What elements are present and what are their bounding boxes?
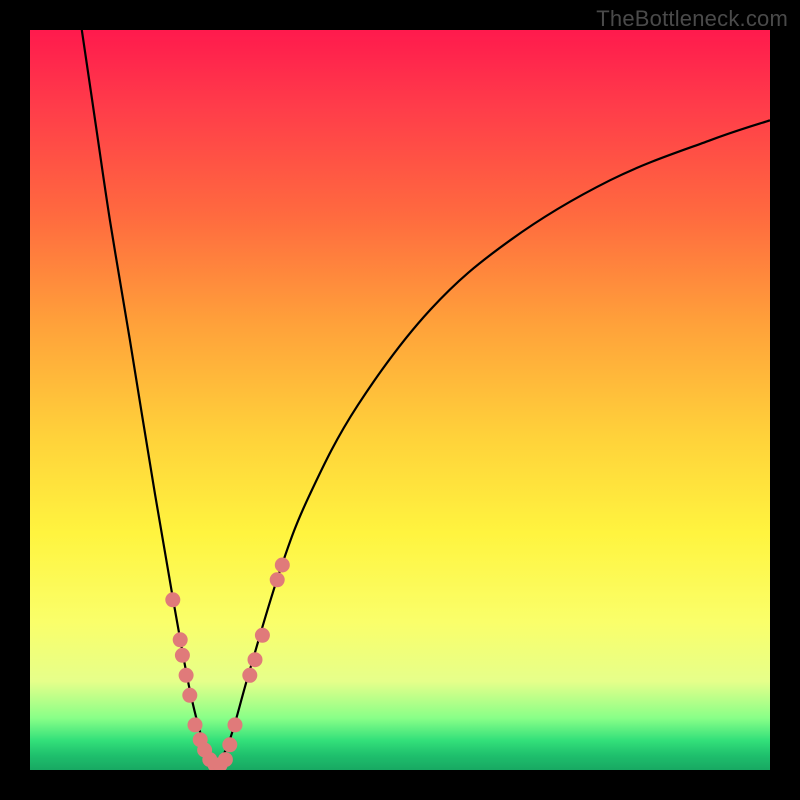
scatter-dot: [173, 632, 188, 647]
watermark-text: TheBottleneck.com: [596, 6, 788, 32]
outer-frame: TheBottleneck.com: [0, 0, 800, 800]
scatter-dot: [188, 717, 203, 732]
chart-svg: [30, 30, 770, 770]
left-branch-curve: [82, 30, 215, 770]
scatter-dot: [218, 752, 233, 767]
scatter-dot: [165, 592, 180, 607]
scatter-dot: [179, 668, 194, 683]
scatter-dot: [182, 688, 197, 703]
scatter-dot: [255, 628, 270, 643]
scatter-dot: [242, 668, 257, 683]
scatter-dot: [175, 648, 190, 663]
scatter-dot: [270, 572, 285, 587]
scatter-dot: [228, 717, 243, 732]
scatter-dot: [248, 652, 263, 667]
scatter-dot: [222, 737, 237, 752]
scatter-dot: [275, 558, 290, 573]
right-branch-curve: [215, 120, 770, 770]
plot-area: [30, 30, 770, 770]
